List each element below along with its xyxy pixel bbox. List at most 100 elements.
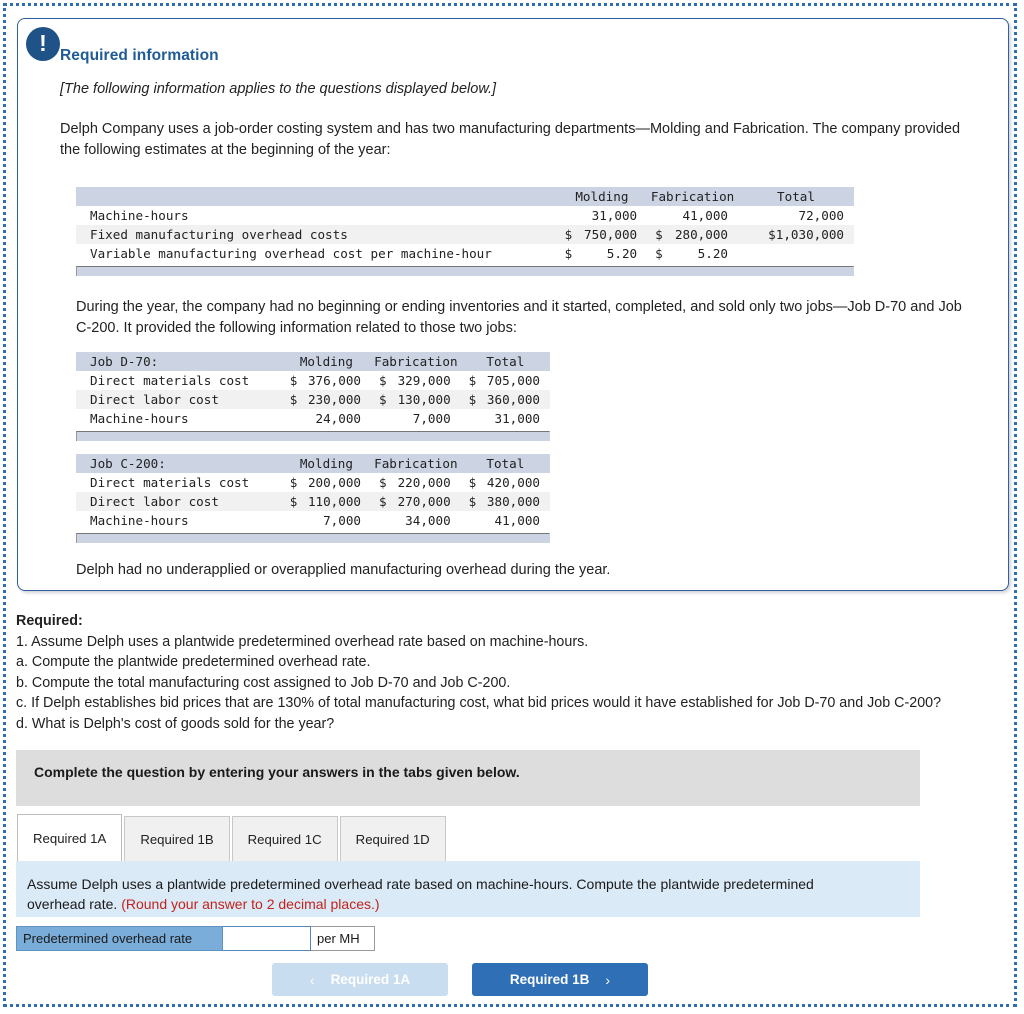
table-row: Machine-hours 24,000 7,000 31,000 [76, 409, 550, 428]
table-cell [738, 225, 759, 244]
required-information-panel: Required information [The following info… [17, 18, 1009, 591]
job-c200-table-footer-rule [76, 533, 550, 543]
table-cell: $ [556, 225, 577, 244]
table-cell: 270,000 [391, 492, 461, 511]
table-header-cell: Job D-70: [76, 352, 282, 371]
table-cell [371, 511, 391, 530]
table-row: Machine-hours 7,000 34,000 41,000 [76, 511, 550, 530]
nav-buttons: ‹ Required 1A Required 1B › [272, 963, 648, 996]
table-cell: 24,000 [315, 411, 362, 426]
table-cell: 7,000 [412, 411, 451, 426]
table-cell: 230,000 [301, 390, 372, 409]
table-row: Direct labor cost $230,000 $130,000 $360,00… [76, 390, 550, 409]
table-cell: Machine-hours [90, 513, 189, 528]
table-cell: $ [460, 492, 481, 511]
table-cell: 34,000 [405, 513, 451, 528]
tab-label: Required 1C [247, 831, 322, 847]
table-row: Direct materials cost $376,000 $329,000 $70… [76, 371, 550, 390]
table-cell: 220,000 [397, 475, 451, 490]
table-cell: $ [281, 492, 302, 511]
job-c200-table: Job C-200: Molding Fabrication Total Direct … [76, 454, 550, 530]
table-cell: Direct materials cost [90, 373, 250, 388]
table-header-cell: Total [460, 352, 550, 371]
table-cell: $ [468, 475, 477, 490]
prompt-rounding-note: (Round your answer to 2 decimal places.) [121, 896, 380, 912]
panel-intro: Required information [The following info… [60, 47, 988, 181]
answer-row: Predetermined overhead rate per MH [16, 926, 375, 951]
table-cell [738, 206, 758, 225]
table-cell: $ [379, 475, 387, 490]
table-cell: $ [379, 373, 387, 388]
required-line: d. What is Delph's cost of goods sold fo… [16, 715, 335, 732]
table-cell: $ [289, 373, 298, 388]
table-row: Machine-hours 31,000 41,000 72,000 [76, 206, 854, 225]
table-cell: Machine-hours [90, 411, 189, 426]
job-d70-table-wrapper: Job D-70: Molding Fabrication Total Direct m… [76, 352, 550, 441]
table-cell: 31,000 [494, 411, 541, 426]
tab-label: Required 1A [33, 830, 107, 846]
table-row: Variable manufacturing overhead cost per… [76, 244, 854, 263]
required-line: a. Compute the plantwide predetermined o… [16, 654, 371, 670]
table-row: Fixed manufacturing overhead costs $750,0… [76, 225, 854, 244]
table-cell: 31,000 [591, 208, 638, 223]
table-cell: 7,000 [323, 513, 362, 528]
tab-required-1a[interactable]: Required 1A [17, 814, 123, 861]
table-cell: 329,000 [397, 373, 451, 388]
table-cell [758, 244, 854, 263]
table-header-row: Job D-70: Molding Fabrication Total [76, 352, 550, 371]
table-cell: $ [468, 373, 477, 388]
table-cell: $1,030,000 [758, 225, 854, 244]
table-cell: $ [371, 492, 392, 511]
table-cell: 72,000 [798, 208, 845, 223]
table-header-cell: Total [460, 454, 550, 473]
table-cell [282, 511, 302, 530]
table-cell: 110,000 [301, 492, 372, 511]
predetermined-overhead-rate-label: Predetermined overhead rate [16, 926, 223, 951]
during-year-paragraph: During the year, the company had no begi… [76, 299, 962, 336]
prev-button-label: Required 1A [330, 972, 411, 987]
job-c200-table-wrapper: Job C-200: Molding Fabrication Total Direct … [76, 454, 550, 543]
table-row: Direct materials cost $200,000 $220,000 $42… [76, 473, 550, 492]
page-title: Required information [60, 47, 219, 64]
complete-question-bar: Complete the question by entering your a… [16, 750, 920, 806]
table-cell: $ [655, 246, 663, 261]
tab-required-1d[interactable]: Required 1D [339, 816, 446, 861]
next-required-1b-button[interactable]: Required 1B › [472, 963, 648, 996]
job-d70-table-footer-rule [76, 431, 550, 441]
table-cell: $ [460, 390, 481, 409]
table-cell: Direct labor cost [76, 492, 282, 511]
estimates-table-wrapper: Molding Fabrication Total Machine-hours 31,0… [76, 187, 854, 276]
table-header-cell: Fabrication [647, 187, 739, 206]
table-header-cell [76, 187, 557, 206]
prev-required-1a-button[interactable]: ‹ Required 1A [272, 963, 448, 996]
exclamation-icon: ! [26, 27, 60, 61]
table-cell [461, 409, 481, 428]
required-section: Required: 1. Assume Delph uses a plantwi… [16, 611, 1008, 734]
estimates-table: Molding Fabrication Total Machine-hours 31,0… [76, 187, 854, 263]
job-d70-table: Job D-70: Molding Fabrication Total Direct m… [76, 352, 550, 428]
table-row: Direct labor cost $110,000 $270,000 $380,00… [76, 492, 550, 511]
table-header-cell: Molding [556, 187, 648, 206]
table-cell: 380,000 [480, 492, 550, 511]
table-header-row: Molding Fabrication Total [76, 187, 854, 206]
table-header-cell: Job C-200: [76, 454, 282, 473]
predetermined-overhead-rate-input[interactable] [223, 926, 311, 951]
table-cell: $ [289, 475, 298, 490]
table-cell [461, 511, 481, 530]
table-cell [557, 206, 577, 225]
table-cell: Direct materials cost [90, 475, 250, 490]
table-cell [282, 409, 302, 428]
tab-required-1b[interactable]: Required 1B [124, 816, 230, 861]
table-header-cell: Fabrication [371, 454, 461, 473]
table-cell: 5.20 [697, 246, 729, 261]
tab-label: Required 1D [355, 831, 430, 847]
tab-required-1c[interactable]: Required 1C [231, 816, 338, 861]
table-cell [371, 409, 391, 428]
table-header-cell: Molding [281, 454, 372, 473]
table-cell: Direct labor cost [76, 390, 282, 409]
closing-paragraph: Delph had no underapplied or overapplied… [76, 562, 611, 578]
tab-label: Required 1B [140, 831, 214, 847]
required-line: b. Compute the total manufacturing cost … [16, 674, 511, 691]
table-cell: 41,000 [682, 208, 729, 223]
table-cell: 705,000 [486, 373, 540, 388]
